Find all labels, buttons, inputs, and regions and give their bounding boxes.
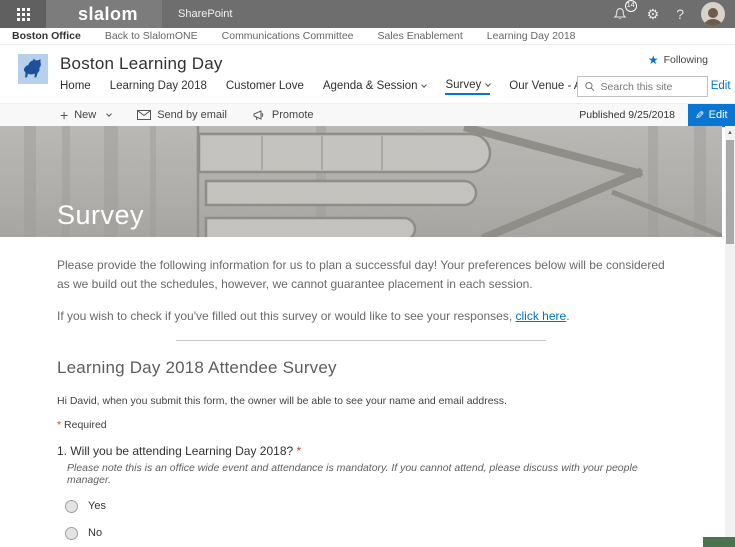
- footer-section-peek: [703, 537, 735, 547]
- star-icon: ★: [647, 53, 659, 67]
- edit-page-button[interactable]: ✎ Edit: [688, 103, 735, 127]
- hub-link-back-to-slalomone[interactable]: Back to SlalomONE: [105, 30, 198, 42]
- goat-icon: [23, 58, 41, 78]
- intro-paragraph-2: If you wish to check if you've filled ou…: [57, 309, 570, 324]
- form-greeting: Hi David, when you submit this form, the…: [57, 394, 507, 407]
- site-search[interactable]: [577, 76, 708, 97]
- search-input[interactable]: [600, 80, 700, 93]
- chevron-down-icon: [106, 111, 113, 117]
- chevron-down-icon: [485, 81, 492, 87]
- sharepoint-page: slalom SharePoint 14 ⚙ ? Boston Office B…: [0, 0, 735, 547]
- scrollbar-thumb[interactable]: [726, 140, 734, 244]
- hub-link-sales-enablement[interactable]: Sales Enablement: [378, 30, 463, 42]
- brand-segment[interactable]: slalom: [46, 0, 163, 28]
- help-button[interactable]: ?: [676, 7, 684, 21]
- hub-link-bar: Boston Office Back to SlalomONE Communic…: [0, 28, 735, 45]
- option-yes-label: Yes: [88, 500, 106, 513]
- option-no-label: No: [88, 527, 103, 540]
- form-title: Learning Day 2018 Attendee Survey: [57, 357, 337, 377]
- option-yes[interactable]: Yes: [65, 499, 665, 513]
- page-title: Survey: [57, 200, 145, 230]
- hero-banner: Survey: [0, 126, 722, 237]
- question-subtitle: Please note this is an office wide event…: [67, 461, 638, 486]
- required-asterisk: *: [57, 418, 62, 431]
- following-label: Following: [663, 54, 708, 66]
- chevron-down-icon: [421, 82, 428, 88]
- site-header: Boston Learning Day Home Learning Day 20…: [0, 45, 735, 103]
- hub-link-communications-committee[interactable]: Communications Committee: [222, 30, 354, 42]
- radio-no[interactable]: [65, 526, 78, 540]
- published-status: Published 9/25/2018: [579, 109, 675, 121]
- suite-bar-right: 14 ⚙ ?: [612, 0, 735, 28]
- page-content: Please provide the following information…: [0, 237, 722, 547]
- hub-link-learning-day-2018[interactable]: Learning Day 2018: [487, 30, 576, 42]
- site-title[interactable]: Boston Learning Day: [60, 54, 731, 74]
- send-by-email-button[interactable]: Send by email: [137, 109, 227, 121]
- required-note: * Required: [57, 418, 107, 431]
- envelope-icon: [137, 110, 152, 120]
- intro-paragraph-1: Please provide the following information…: [57, 258, 665, 291]
- promote-button[interactable]: Promote: [253, 109, 314, 121]
- nav-agenda-session[interactable]: Agenda & Session: [323, 80, 428, 94]
- question-required-asterisk: *: [296, 443, 302, 458]
- nav-edit[interactable]: Edit: [711, 80, 731, 94]
- plus-icon: +: [60, 107, 69, 123]
- new-button[interactable]: + New: [60, 107, 113, 123]
- site-logo[interactable]: [18, 54, 48, 84]
- product-name[interactable]: SharePoint: [162, 0, 232, 28]
- slalom-logo: slalom: [78, 3, 139, 24]
- nav-customer-love[interactable]: Customer Love: [226, 80, 304, 94]
- waffle-icon: [16, 7, 30, 21]
- option-no[interactable]: No: [65, 526, 665, 540]
- scrollbar-up-arrow[interactable]: ▲: [725, 126, 735, 139]
- notification-count-badge: 14: [624, 0, 637, 12]
- settings-gear-button[interactable]: ⚙: [647, 7, 660, 21]
- vertical-scrollbar[interactable]: ▲: [725, 126, 735, 547]
- nav-home[interactable]: Home: [60, 80, 91, 94]
- app-launcher-button[interactable]: [0, 0, 46, 28]
- nav-learning-day-2018[interactable]: Learning Day 2018: [110, 80, 207, 94]
- hub-link-boston-office[interactable]: Boston Office: [12, 30, 81, 42]
- notifications-button[interactable]: 14: [612, 0, 637, 23]
- megaphone-icon: [253, 109, 264, 120]
- search-icon: [585, 82, 595, 92]
- command-bar: + New Send by email Promote Published 9/…: [0, 103, 735, 127]
- section-divider: [176, 339, 546, 341]
- pencil-icon: ✎: [695, 109, 705, 122]
- radio-yes[interactable]: [65, 499, 78, 513]
- user-avatar[interactable]: [701, 2, 725, 26]
- person-icon: [703, 8, 723, 26]
- question-title: 1. Will you be attending Learning Day 20…: [57, 443, 302, 458]
- forms-webpart: Learning Day 2018 Attendee Survey Hi Dav…: [57, 358, 665, 547]
- suite-bar: slalom SharePoint 14 ⚙ ?: [0, 0, 735, 28]
- click-here-link[interactable]: click here: [516, 309, 567, 323]
- question-1: 1. Will you be attending Learning Day 20…: [57, 444, 665, 540]
- following-button[interactable]: ★ Following: [648, 54, 708, 66]
- nav-survey[interactable]: Survey: [445, 79, 492, 95]
- intro-text: Please provide the following information…: [57, 256, 665, 326]
